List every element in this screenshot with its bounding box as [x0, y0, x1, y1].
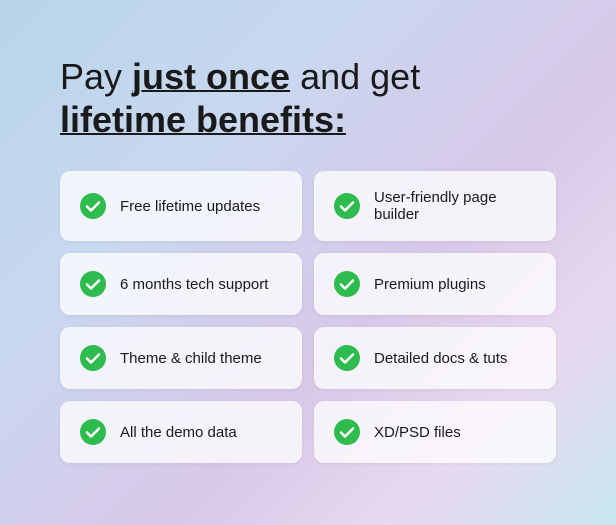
page-title: Pay just once and get lifetime benefits:: [60, 55, 556, 141]
benefit-card-tech-support: 6 months tech support: [60, 253, 302, 315]
benefit-text-docs-tuts: Detailed docs & tuts: [374, 350, 507, 367]
benefit-text-premium-plugins: Premium plugins: [374, 276, 486, 293]
check-icon: [334, 345, 360, 371]
check-icon: [334, 271, 360, 297]
benefit-text-tech-support: 6 months tech support: [120, 276, 268, 293]
benefit-text-child-theme: Theme & child theme: [120, 350, 262, 367]
benefit-card-demo-data: All the demo data: [60, 401, 302, 463]
just-once-text: just once: [132, 56, 290, 97]
page-container: Pay just once and get lifetime benefits:…: [0, 0, 616, 503]
benefit-text-demo-data: All the demo data: [120, 424, 237, 441]
benefit-text-xd-psd: XD/PSD files: [374, 424, 461, 441]
benefit-card-free-updates: Free lifetime updates: [60, 171, 302, 241]
check-icon: [334, 193, 360, 219]
check-icon: [334, 419, 360, 445]
check-icon: [80, 271, 106, 297]
check-icon: [80, 345, 106, 371]
benefits-grid: Free lifetime updates User-friendly page …: [60, 171, 556, 463]
benefit-card-xd-psd: XD/PSD files: [314, 401, 556, 463]
benefit-text-free-updates: Free lifetime updates: [120, 198, 260, 215]
benefit-card-docs-tuts: Detailed docs & tuts: [314, 327, 556, 389]
benefit-card-page-builder: User-friendly page builder: [314, 171, 556, 241]
check-icon: [80, 419, 106, 445]
check-icon: [80, 193, 106, 219]
benefit-card-premium-plugins: Premium plugins: [314, 253, 556, 315]
lifetime-benefits-text: lifetime benefits:: [60, 98, 556, 141]
benefit-text-page-builder: User-friendly page builder: [374, 189, 536, 223]
headline: Pay just once and get lifetime benefits:: [60, 55, 556, 141]
benefit-card-child-theme: Theme & child theme: [60, 327, 302, 389]
